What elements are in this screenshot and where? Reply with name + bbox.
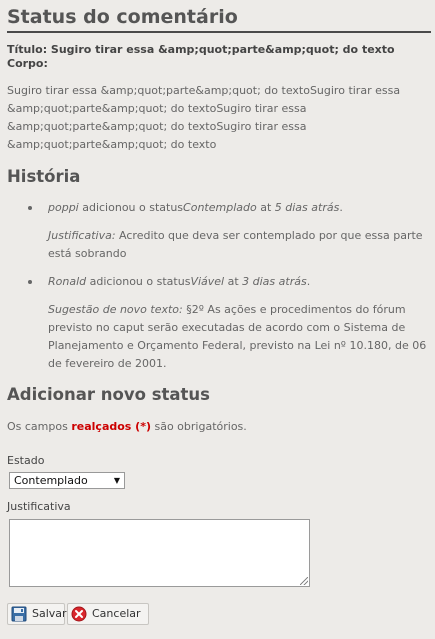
history-item: poppi adicionou o statusContemplado at 5… — [28, 199, 427, 263]
required-prefix: Os campos — [7, 420, 72, 433]
history-action: adicionou o status — [78, 201, 184, 214]
required-highlight: realçados (*) — [71, 420, 151, 433]
justificativa-textarea[interactable] — [9, 519, 310, 587]
suggestion-label: Sugestão de novo texto: — [48, 303, 183, 316]
resize-grip-icon[interactable] — [300, 577, 308, 585]
cancel-x-icon — [71, 606, 87, 622]
history-when: 5 dias atrás — [274, 201, 340, 214]
save-button[interactable]: Salvar — [7, 603, 67, 625]
history-status: Contemplado — [183, 201, 257, 214]
history-user: poppi — [48, 201, 79, 214]
history-title: História — [7, 167, 81, 186]
cancel-button-label: Cancelar — [92, 607, 141, 620]
required-fields-note: Os campos realçados (*) são obrigatórios… — [7, 420, 247, 434]
history-at: at — [224, 275, 243, 288]
required-suffix: são obrigatórios. — [150, 420, 247, 433]
cancel-button[interactable]: Cancelar — [67, 603, 149, 625]
estado-label: Estado — [7, 454, 45, 467]
history-when: 3 dias atrás — [242, 275, 307, 288]
history-at: at — [256, 201, 275, 214]
save-button-label: Salvar — [32, 607, 67, 620]
bullet-icon — [28, 206, 32, 210]
status-page: Status do comentário Título: Sugiro tira… — [0, 0, 435, 639]
dropdown-arrow-icon: ▼ — [113, 476, 120, 485]
bullet-icon — [28, 280, 32, 284]
comment-body-label: Corpo: — [7, 57, 48, 70]
comment-title-line: Título: Sugiro tirar essa &amp;quot;part… — [7, 43, 395, 56]
history-suggestion: Sugestão de novo texto: §2º As ações e p… — [31, 301, 427, 373]
history-status: Viável — [190, 275, 225, 288]
page-title: Status do comentário — [7, 6, 431, 33]
history-user: Ronald — [48, 275, 87, 288]
estado-selected-value: Contemplado — [14, 474, 88, 487]
justificativa-label: Justificativa — [7, 500, 71, 513]
comment-body-text: Sugiro tirar essa &amp;quot;parte&amp;qu… — [7, 84, 401, 151]
history-justification: Justificativa: Acredito que deva ser con… — [31, 227, 427, 263]
history-item: Ronald adicionou o statusViável at 3 dia… — [28, 273, 427, 373]
justification-label: Justificativa: — [48, 229, 116, 242]
save-disk-icon — [11, 606, 27, 622]
history-action: adicionou o status — [86, 275, 191, 288]
history-dot: . — [306, 275, 311, 288]
add-status-title: Adicionar novo status — [7, 385, 210, 404]
history-dot: . — [339, 201, 343, 214]
estado-select[interactable]: Contemplado ▼ — [9, 472, 125, 489]
